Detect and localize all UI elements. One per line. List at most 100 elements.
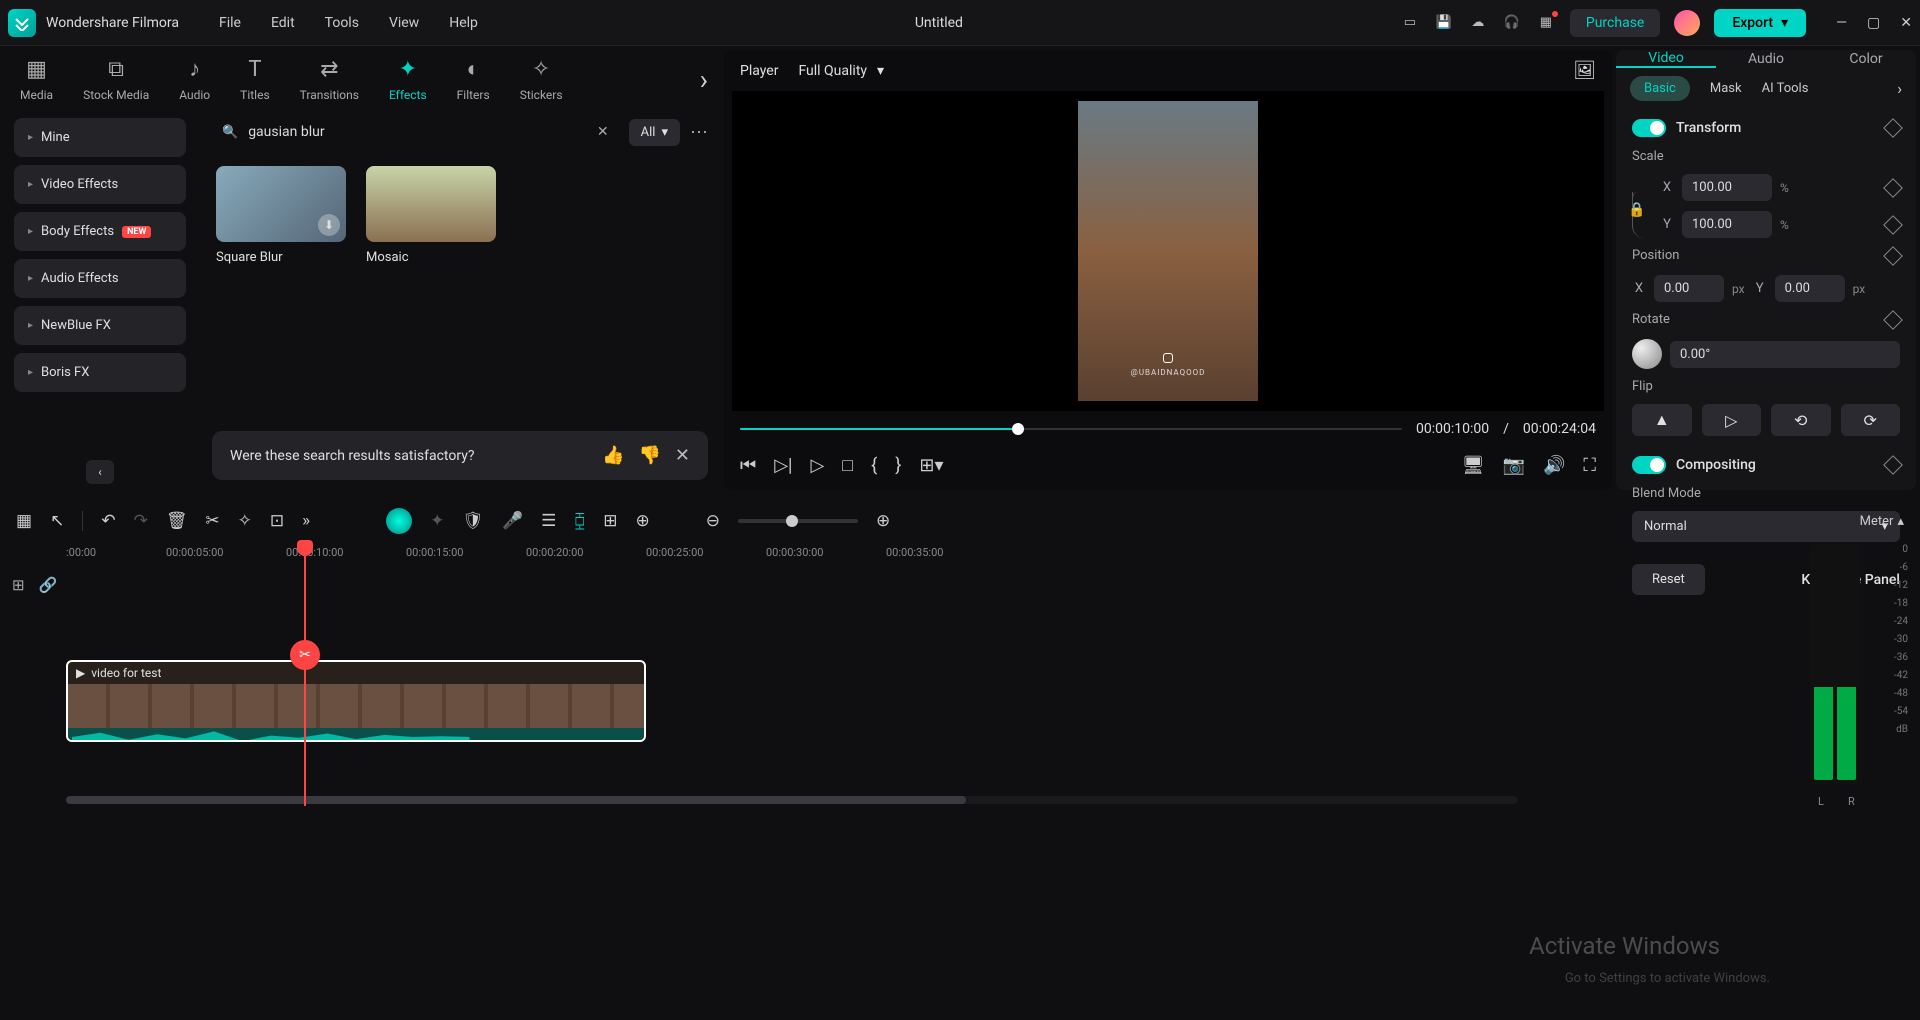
- prop-tab-color[interactable]: Color: [1816, 50, 1916, 68]
- ai-assistant-icon[interactable]: [386, 508, 412, 534]
- sparkle-icon[interactable]: ✦: [430, 511, 444, 531]
- add-media-icon[interactable]: ⊞: [603, 511, 617, 531]
- keyframe-diamond[interactable]: [1883, 118, 1903, 138]
- sidebar-collapse[interactable]: ‹: [86, 460, 114, 484]
- playhead-handle[interactable]: [297, 540, 313, 556]
- save-icon[interactable]: 💾: [1434, 13, 1454, 33]
- thumbs-down-icon[interactable]: 👎: [638, 445, 660, 466]
- eye-icon[interactable]: 👁: [62, 760, 63, 776]
- prev-frame-icon[interactable]: ⏮: [740, 455, 756, 476]
- meter-toggle[interactable]: Meter▴: [1860, 514, 1904, 529]
- subtabs-more[interactable]: ›: [1897, 79, 1902, 98]
- rotate-knob[interactable]: [1632, 339, 1662, 369]
- tab-media[interactable]: ▦Media: [20, 57, 53, 102]
- quality-dropdown[interactable]: Full Quality▾: [798, 63, 884, 79]
- close-button[interactable]: ✕: [1900, 15, 1912, 31]
- export-button[interactable]: Export▾: [1714, 9, 1806, 37]
- subtab-mask[interactable]: Mask: [1710, 81, 1742, 96]
- subtab-basic[interactable]: Basic: [1630, 76, 1690, 101]
- stop-icon[interactable]: □: [842, 455, 853, 476]
- zoom-slider[interactable]: [738, 519, 858, 523]
- marker-split-icon[interactable]: ⧮: [574, 511, 585, 531]
- rotate-input[interactable]: [1670, 341, 1900, 368]
- sidebar-item-mine[interactable]: ▸Mine: [14, 118, 186, 157]
- display-icon[interactable]: 🖥: [1462, 455, 1485, 476]
- scale-x-input[interactable]: [1682, 174, 1772, 201]
- crop-icon[interactable]: ⊡: [270, 511, 284, 531]
- mark-in-icon[interactable]: {: [871, 455, 877, 476]
- mic-icon[interactable]: 🎤: [502, 511, 523, 531]
- pos-x-input[interactable]: [1654, 275, 1724, 302]
- pos-y-input[interactable]: [1775, 275, 1845, 302]
- sidebar-item-newblue-fx[interactable]: ▸NewBlue FX: [14, 306, 186, 345]
- flip-horizontal[interactable]: ▲: [1632, 404, 1692, 436]
- play-back-icon[interactable]: ▷|: [774, 455, 792, 476]
- link-icon[interactable]: 🔗: [39, 576, 58, 594]
- tab-filters[interactable]: ◐Filters: [457, 56, 490, 102]
- more-options[interactable]: ⋯: [690, 122, 708, 143]
- menu-edit[interactable]: Edit: [271, 15, 295, 31]
- minimize-button[interactable]: —: [1836, 15, 1847, 31]
- tab-stickers[interactable]: ✧Stickers: [520, 57, 563, 102]
- rotate-ccw[interactable]: ⟲: [1771, 404, 1831, 436]
- purchase-button[interactable]: Purchase: [1570, 9, 1660, 37]
- player-viewport[interactable]: @UBAIDNAQOOD: [732, 91, 1604, 411]
- result-mosaic[interactable]: Mosaic: [366, 166, 496, 265]
- cut-icon[interactable]: ✂: [205, 511, 219, 531]
- result-square-blur[interactable]: ⬇ Square Blur: [216, 166, 346, 265]
- player-scrubber[interactable]: [740, 425, 1402, 433]
- compositing-toggle[interactable]: [1632, 456, 1666, 474]
- redo-icon[interactable]: ↷: [134, 511, 148, 531]
- apps-icon[interactable]: ▦: [1536, 13, 1556, 33]
- volume-icon[interactable]: 🔊: [1543, 455, 1565, 476]
- lock-icon[interactable]: 🔒: [1628, 202, 1645, 218]
- close-feedback[interactable]: ✕: [675, 445, 690, 466]
- zoom-in-icon[interactable]: ⊕: [876, 511, 890, 531]
- cut-at-playhead[interactable]: ✂: [290, 640, 320, 670]
- eye-icon[interactable]: 👁: [62, 660, 63, 676]
- more-tools-icon[interactable]: »: [302, 511, 310, 531]
- scrollbar-thumb[interactable]: [66, 796, 966, 804]
- user-avatar[interactable]: [1674, 10, 1700, 36]
- menu-help[interactable]: Help: [449, 15, 478, 31]
- cursor-icon[interactable]: ↖: [50, 511, 64, 531]
- filter-dropdown[interactable]: All▾: [629, 119, 680, 146]
- add-track-icon[interactable]: ⊕: [636, 511, 650, 531]
- tab-transitions[interactable]: ⇄Transitions: [300, 57, 359, 102]
- undo-icon[interactable]: ↶: [101, 511, 115, 531]
- flip-vertical[interactable]: ▷: [1702, 404, 1762, 436]
- camera-icon[interactable]: 📷: [1503, 455, 1525, 476]
- keyframe-diamond[interactable]: [1883, 246, 1903, 266]
- keyframe-diamond[interactable]: [1883, 178, 1903, 198]
- fullscreen-icon[interactable]: ⛶: [1583, 455, 1596, 476]
- rotate-cw[interactable]: ⟳: [1841, 404, 1901, 436]
- mark-out-icon[interactable]: }: [895, 455, 901, 476]
- subtab-ai-tools[interactable]: AI Tools: [1762, 81, 1809, 96]
- delete-icon[interactable]: 🗑: [166, 511, 188, 531]
- menu-file[interactable]: File: [219, 15, 241, 31]
- sidebar-item-video-effects[interactable]: ▸Video Effects: [14, 165, 186, 204]
- cloud-icon[interactable]: ☁: [1468, 13, 1488, 33]
- magic-cut-icon[interactable]: ✧: [238, 511, 252, 531]
- tab-effects[interactable]: ✦Effects: [389, 57, 427, 102]
- menu-tools[interactable]: Tools: [325, 15, 359, 31]
- tabs-overflow[interactable]: ›: [700, 63, 708, 96]
- timeline-scrollbar[interactable]: [66, 796, 1518, 804]
- keyframe-diamond[interactable]: [1883, 215, 1903, 235]
- search-input[interactable]: [248, 124, 587, 140]
- shield-icon[interactable]: 🛡: [462, 511, 484, 531]
- screen-icon[interactable]: ▭: [1400, 13, 1420, 33]
- tab-stock-media[interactable]: ⧉Stock Media: [83, 57, 149, 102]
- transform-toggle[interactable]: [1632, 119, 1666, 137]
- maximize-button[interactable]: ▢: [1867, 15, 1880, 31]
- tab-audio[interactable]: ♪Audio: [179, 56, 210, 102]
- add-track-icon[interactable]: ⊞: [12, 576, 25, 594]
- headset-icon[interactable]: 🎧: [1502, 13, 1522, 33]
- menu-view[interactable]: View: [389, 15, 419, 31]
- video-clip[interactable]: ▶video for test: [66, 660, 646, 742]
- zoom-out-icon[interactable]: ⊖: [706, 511, 720, 531]
- list-icon[interactable]: ☰: [541, 511, 556, 531]
- playhead[interactable]: ✂: [304, 540, 306, 806]
- clear-search[interactable]: ✕: [597, 124, 609, 140]
- snapshot-icon[interactable]: 🖼: [1573, 60, 1596, 81]
